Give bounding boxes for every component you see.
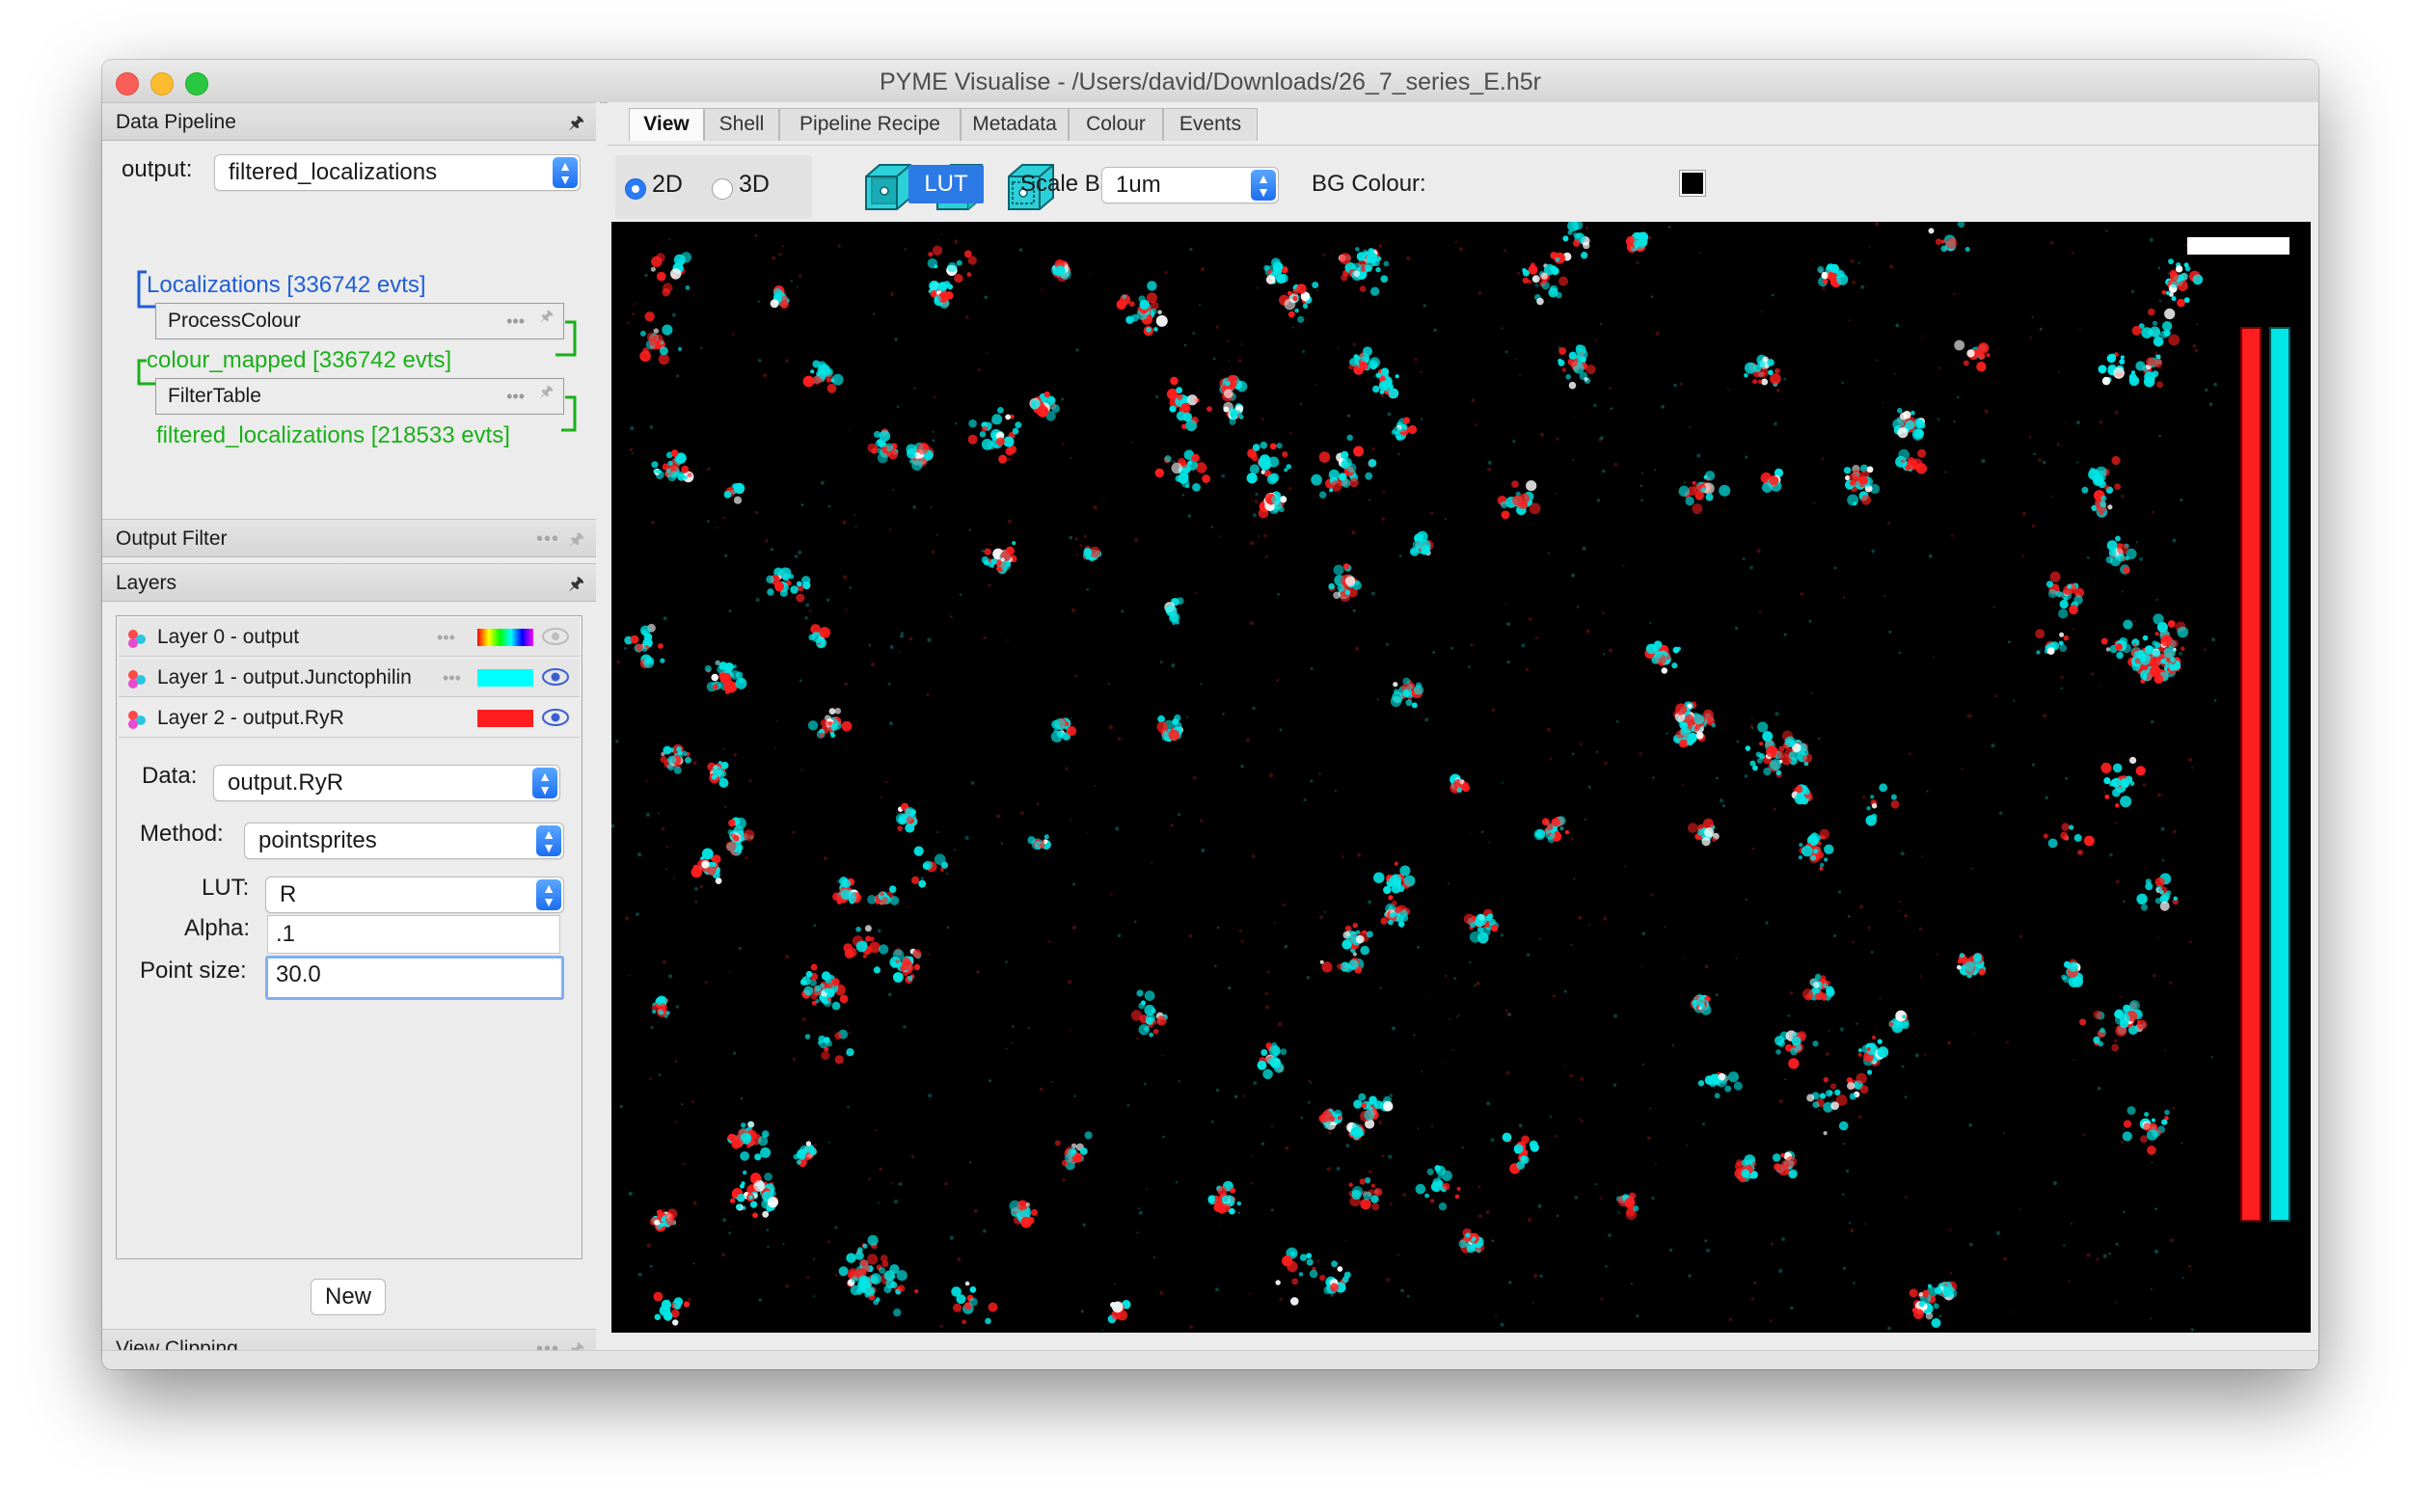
module-process-colour[interactable]: ProcessColour ••• 🖈 — [155, 303, 564, 339]
bg-colour-label: BG Colour: — [1312, 171, 1426, 197]
localization-points — [611, 222, 2217, 1332]
alpha-input[interactable]: .1 — [267, 915, 560, 954]
layer-label: Layer 0 - output — [157, 626, 300, 648]
visibility-off-eye-icon[interactable] — [541, 626, 570, 647]
tab-bar: View Shell Pipeline Recipe Metadata Colo… — [608, 102, 2318, 145]
layer-colour-swatch[interactable] — [477, 710, 533, 727]
layers-title: Layers — [116, 572, 177, 594]
point-size-label: Point size: — [140, 958, 247, 984]
status-bar — [102, 1350, 2318, 1369]
tab-metadata[interactable]: Metadata — [961, 108, 1069, 141]
layer-label: Layer 1 - output.Junctophilin — [157, 666, 412, 688]
radio-2d-label[interactable]: 2D — [652, 171, 683, 199]
layer-icon — [128, 711, 146, 729]
layers-panel: Layer 0 - output ••• Layer 1 - output.Ju… — [116, 615, 582, 1259]
more-icon[interactable]: ••• — [437, 618, 455, 657]
layer-icon — [128, 630, 146, 648]
layer-label: Layer 2 - output.RyR — [157, 707, 344, 729]
output-filter-title: Output Filter — [116, 527, 228, 550]
lut-select-value: R — [280, 881, 297, 907]
lut-colorbar-cyan — [2269, 327, 2290, 1222]
tab-colour[interactable]: Colour — [1069, 108, 1163, 141]
visibility-eye-icon[interactable] — [541, 707, 570, 728]
more-icon[interactable]: ••• — [506, 304, 525, 338]
data-select[interactable]: output.RyR ▲ ▼ — [213, 765, 560, 801]
dimension-radio-group: 2D 3D — [615, 155, 812, 219]
view-toolbar: 2D 3D LUT Scale Bar: 1um ▲ ▼ BG Colour: — [608, 145, 2318, 229]
pipeline-colour-mapped[interactable]: colour_mapped [336742 evts] — [147, 347, 451, 374]
layer-colour-swatch[interactable] — [477, 669, 533, 687]
bg-colour-swatch[interactable] — [1679, 170, 1706, 197]
method-select-value: pointsprites — [258, 827, 377, 853]
side-panel: Data Pipeline 🖈 output: filtered_localiz… — [102, 102, 600, 1367]
pipeline-localizations[interactable]: Localizations [336742 evts] — [147, 272, 426, 299]
select-stepper-icon: ▲ ▼ — [536, 879, 561, 910]
select-stepper-icon: ▲ ▼ — [532, 768, 557, 798]
radio-2d[interactable] — [625, 178, 646, 200]
output-filter-header[interactable]: Output Filter ••• 🖈 — [102, 519, 596, 557]
point-size-input[interactable]: 30.0 — [265, 956, 564, 1000]
pin-icon[interactable]: 🖈 — [568, 520, 584, 558]
tab-events[interactable]: Events — [1163, 108, 1258, 141]
scale-bar-value: 1um — [1116, 172, 1161, 198]
lut-button[interactable]: LUT — [908, 165, 984, 203]
method-select[interactable]: pointsprites ▲ ▼ — [244, 823, 564, 859]
visibility-eye-icon[interactable] — [541, 666, 570, 688]
layer-colour-swatch[interactable] — [477, 629, 533, 646]
radio-3d-label[interactable]: 3D — [739, 171, 770, 199]
lut-label: LUT: — [202, 875, 250, 901]
method-label: Method: — [140, 821, 224, 847]
scale-bar-marker — [2187, 237, 2289, 255]
tab-pipeline-recipe[interactable]: Pipeline Recipe — [779, 108, 961, 141]
pin-icon[interactable]: 🖈 — [539, 300, 554, 335]
alpha-label: Alpha: — [184, 915, 251, 941]
more-icon[interactable]: ••• — [506, 379, 525, 414]
tab-view[interactable]: View — [629, 108, 704, 141]
window-title: PYME Visualise - /Users/david/Downloads/… — [880, 68, 1541, 95]
tab-shell[interactable]: Shell — [704, 108, 779, 141]
new-layer-button[interactable]: New — [311, 1279, 386, 1315]
pin-icon[interactable]: 🖈 — [539, 375, 554, 410]
lut-colorbar-red — [2240, 327, 2262, 1222]
layers-header[interactable]: Layers 🖈 — [102, 563, 596, 602]
title-bar: PYME Visualise - /Users/david/Downloads/… — [102, 60, 2318, 103]
more-icon[interactable]: ••• — [536, 520, 559, 558]
scale-bar-select[interactable]: 1um ▲ ▼ — [1101, 167, 1279, 203]
layer-icon — [128, 670, 146, 688]
module-filter-table-label: FilterTable — [168, 385, 261, 407]
data-select-value: output.RyR — [228, 770, 344, 796]
lut-select[interactable]: R ▲ ▼ — [265, 877, 564, 913]
pipeline-filtered[interactable]: filtered_localizations [218533 evts] — [156, 422, 510, 449]
render-viewport[interactable] — [611, 222, 2311, 1333]
more-icon[interactable]: ••• — [443, 659, 461, 697]
select-stepper-icon: ▲ ▼ — [536, 825, 561, 856]
pin-icon[interactable]: 🖈 — [568, 564, 584, 603]
radio-3d[interactable] — [712, 178, 733, 200]
localization-render — [611, 222, 2290, 1332]
data-label: Data: — [142, 763, 198, 789]
module-filter-table[interactable]: FilterTable ••• 🖈 — [155, 378, 564, 415]
select-stepper-icon: ▲ ▼ — [1251, 170, 1276, 201]
layer-row-1[interactable]: Layer 1 - output.Junctophilin ••• — [119, 659, 580, 697]
module-process-colour-label: ProcessColour — [168, 310, 301, 332]
layer-row-0[interactable]: Layer 0 - output ••• — [119, 618, 580, 657]
layer-row-2[interactable]: Layer 2 - output.RyR — [119, 699, 580, 738]
